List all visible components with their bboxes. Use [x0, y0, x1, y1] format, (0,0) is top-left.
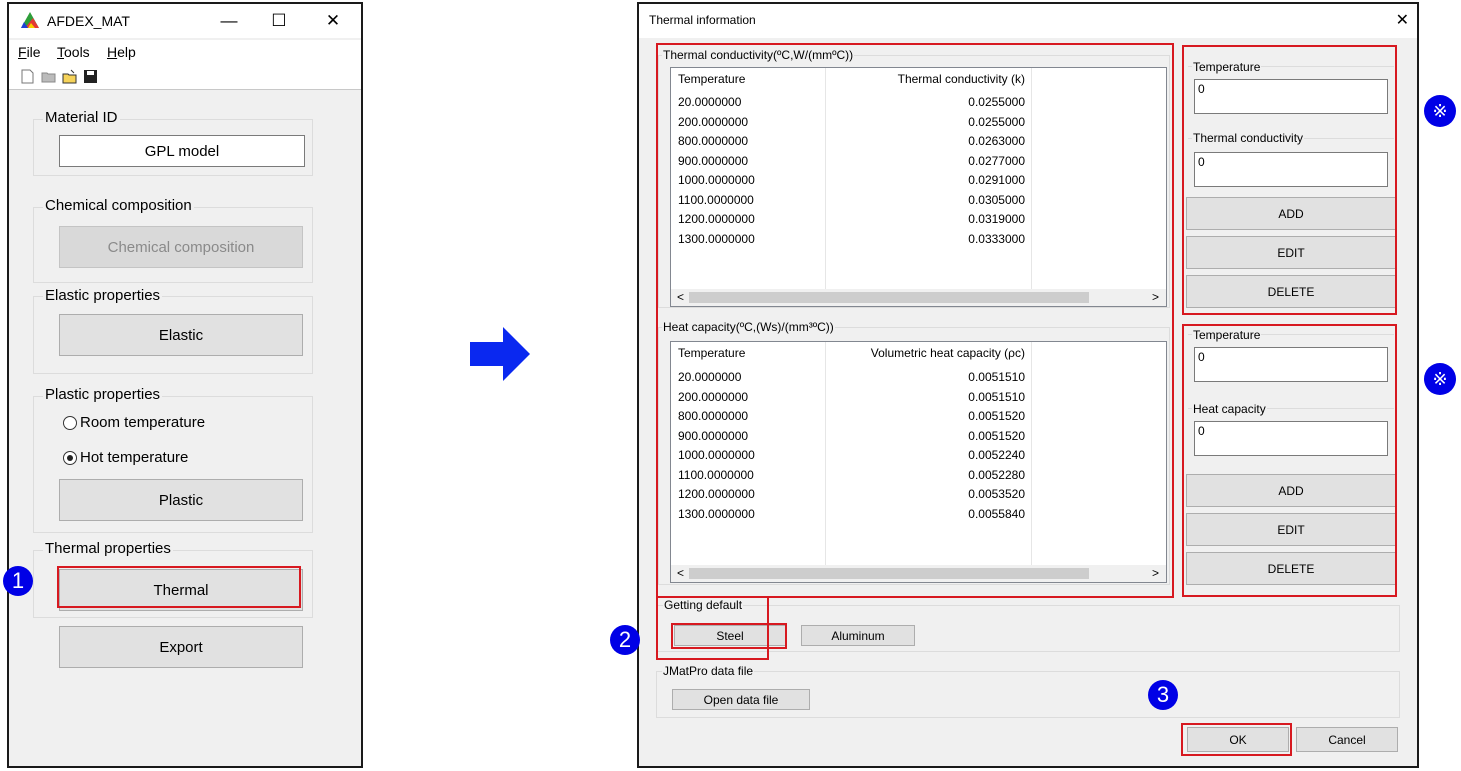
menu-help[interactable]: Help [107, 44, 136, 60]
menu-bar: File Tools Help [9, 40, 361, 64]
dialog-title-bar: Thermal information ✕ [639, 4, 1417, 38]
note-symbol-icon: ※ [1424, 363, 1456, 395]
thermal-properties-label: Thermal properties [43, 540, 173, 557]
material-id-field[interactable]: GPL model [59, 135, 305, 167]
ok-button-highlight [1181, 723, 1292, 756]
step-3-badge: 3 [1148, 680, 1178, 710]
jmatpro-label: JMatPro data file [662, 664, 755, 678]
menu-help-label: elp [117, 44, 136, 60]
menu-file-accel: F [18, 44, 27, 60]
room-temperature-label: Room temperature [80, 414, 206, 431]
dialog-close-button[interactable]: ✕ [1396, 10, 1409, 30]
close-button[interactable]: ✕ [313, 8, 353, 34]
plastic-button[interactable]: Plastic [59, 479, 303, 521]
dialog-title: Thermal information [649, 13, 756, 27]
app-icon [21, 12, 39, 28]
main-window: AFDEX_MAT — ☐ ✕ File Tools Help Material… [7, 2, 363, 768]
plastic-properties-label: Plastic properties [43, 386, 163, 403]
export-button[interactable]: Export [59, 626, 303, 668]
radio-circle [63, 415, 77, 430]
material-id-label: Material ID [43, 109, 120, 126]
toolbar [9, 64, 361, 90]
thermal-button-highlight [57, 566, 301, 608]
conductivity-input-highlight [1182, 45, 1397, 315]
step-1-badge: 1 [3, 566, 33, 596]
menu-help-accel: H [107, 44, 118, 60]
new-file-icon[interactable] [20, 69, 35, 84]
open-folder-icon[interactable] [41, 69, 56, 84]
note-symbol-icon: ※ [1424, 95, 1456, 127]
open-data-file-button[interactable]: Open data file [672, 689, 810, 710]
menu-tools-accel: T [57, 44, 64, 60]
menu-file-label: ile [26, 44, 41, 60]
capacity-input-highlight [1182, 324, 1397, 597]
cancel-button[interactable]: Cancel [1296, 727, 1398, 752]
save-icon[interactable] [83, 69, 98, 84]
menu-tools-label: ools [64, 44, 90, 60]
aluminum-button[interactable]: Aluminum [801, 625, 915, 646]
menu-tools[interactable]: Tools [57, 44, 90, 60]
elastic-properties-label: Elastic properties [43, 287, 163, 304]
window-title: AFDEX_MAT [47, 13, 130, 29]
maximize-button[interactable]: ☐ [259, 8, 299, 34]
title-bar: AFDEX_MAT — ☐ ✕ [9, 4, 361, 38]
minimize-button[interactable]: — [209, 8, 249, 34]
step-2-badge: 2 [610, 625, 640, 655]
default-highlight [656, 596, 769, 660]
menu-file[interactable]: File [18, 44, 41, 60]
open-file-icon[interactable] [62, 69, 77, 84]
chemical-composition-button[interactable]: Chemical composition [59, 226, 303, 268]
hot-temperature-radio[interactable]: Hot temperature [63, 449, 188, 466]
elastic-button[interactable]: Elastic [59, 314, 303, 356]
tables-highlight [656, 43, 1174, 598]
chemical-composition-label: Chemical composition [43, 197, 194, 214]
right-arrow-icon [470, 327, 530, 381]
room-temperature-radio[interactable]: Room temperature [63, 414, 205, 431]
hot-temperature-label: Hot temperature [80, 449, 189, 466]
radio-circle-selected [63, 450, 77, 465]
